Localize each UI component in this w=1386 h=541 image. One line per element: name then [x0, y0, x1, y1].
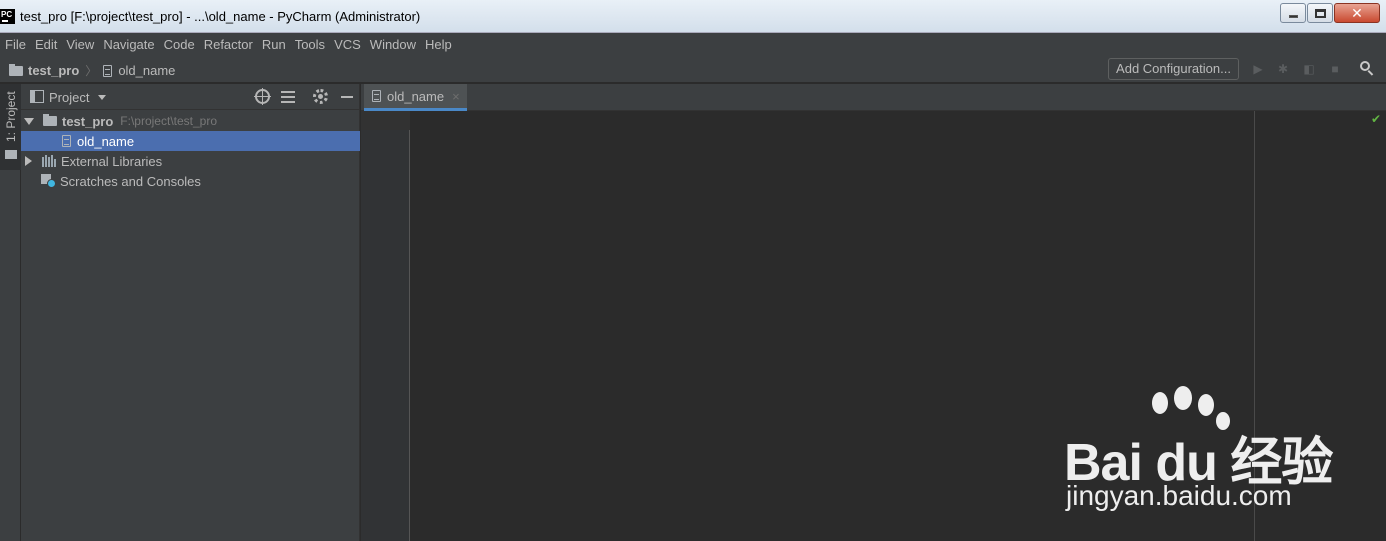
menu-vcs[interactable]: VCS — [334, 37, 361, 52]
scratches-icon — [41, 174, 56, 188]
watermark-url: jingyan.baidu.com — [1066, 480, 1292, 511]
external-libraries-label: External Libraries — [61, 153, 163, 169]
editor-tab-bar: old_name × — [361, 84, 1386, 111]
text-file-icon — [62, 135, 71, 147]
menu-view[interactable]: View — [66, 37, 94, 52]
breadcrumb-separator-icon: 〉 — [85, 64, 98, 78]
close-tab-icon[interactable]: × — [452, 89, 460, 104]
add-configuration-button[interactable]: Add Configuration... — [1108, 58, 1239, 80]
hide-panel-icon[interactable] — [341, 96, 353, 98]
project-view-selector[interactable]: Project — [49, 90, 89, 105]
menu-tools[interactable]: Tools — [295, 37, 325, 52]
current-line-highlight — [361, 111, 410, 130]
search-icon[interactable] — [1360, 61, 1375, 76]
editor-tab-label: old_name — [387, 88, 445, 104]
project-tool-tab-label: 1: Project — [4, 91, 18, 142]
breadcrumb: test_pro 〉 old_name — [9, 62, 175, 79]
project-panel: Project test_pro F:\project\test_pro old… — [21, 84, 360, 541]
folder-icon — [43, 114, 57, 126]
tree-item-external-libraries[interactable]: External Libraries — [21, 151, 360, 171]
maximize-button[interactable] — [1307, 3, 1333, 23]
menu-edit[interactable]: Edit — [35, 37, 57, 52]
baidu-watermark: Bai du 经验 jingyan.baidu.com — [1060, 386, 1370, 522]
folder-icon — [5, 150, 17, 159]
tree-item-old-name[interactable]: old_name — [21, 131, 360, 151]
tool-window-stripe: 1: Project — [0, 84, 21, 541]
project-panel-header: Project — [21, 84, 360, 110]
file-name: old_name — [77, 133, 135, 149]
window-title: test_pro [F:\project\test_pro] - ...\old… — [20, 9, 421, 24]
maximize-icon — [1315, 9, 1326, 18]
menu-file[interactable]: File — [5, 37, 26, 52]
breadcrumb-file[interactable]: old_name — [118, 63, 175, 78]
stop-icon[interactable]: ■ — [1328, 62, 1342, 76]
menu-window[interactable]: Window — [370, 37, 416, 52]
menu-bar: File Edit View Navigate Code Refactor Ru… — [0, 33, 1386, 56]
inspection-ok-icon[interactable]: ✔ — [1371, 112, 1381, 126]
project-root-name: test_pro — [62, 113, 114, 129]
minimize-button[interactable] — [1280, 3, 1306, 23]
tree-item-scratches[interactable]: Scratches and Consoles — [21, 171, 360, 191]
library-icon — [42, 155, 56, 167]
menu-code[interactable]: Code — [164, 37, 195, 52]
close-window-button[interactable]: ✕ — [1334, 3, 1380, 23]
coverage-icon[interactable]: ◧ — [1302, 62, 1316, 76]
menu-refactor[interactable]: Refactor — [204, 37, 253, 52]
navigation-bar: test_pro 〉 old_name Add Configuration...… — [0, 56, 1386, 83]
code-editor[interactable]: ✔ Bai du 经验 jingyan.baidu.com — [361, 111, 1386, 541]
close-icon: ✕ — [1351, 5, 1363, 21]
menu-run[interactable]: Run — [262, 37, 286, 52]
line-gutter[interactable] — [361, 111, 410, 541]
debug-icon[interactable]: ✱ — [1276, 62, 1290, 76]
text-file-icon — [103, 64, 113, 77]
chevron-down-icon[interactable] — [98, 95, 106, 100]
text-file-icon — [372, 90, 381, 102]
folder-icon — [9, 63, 23, 76]
tree-item-project-root[interactable]: test_pro F:\project\test_pro — [21, 111, 360, 131]
editor-tab-old-name[interactable]: old_name × — [364, 84, 467, 111]
project-view-icon — [30, 90, 44, 103]
menu-help[interactable]: Help — [425, 37, 452, 52]
window-title-bar: PC test_pro [F:\project\test_pro] - ...\… — [0, 0, 1386, 33]
locate-file-icon[interactable] — [254, 88, 271, 105]
scratches-label: Scratches and Consoles — [60, 173, 201, 189]
pycharm-app-icon: PC — [0, 9, 15, 24]
menu-navigate[interactable]: Navigate — [103, 37, 154, 52]
collapse-all-icon[interactable] — [281, 90, 295, 104]
gear-icon[interactable] — [313, 89, 328, 104]
expanded-arrow-icon[interactable] — [24, 118, 34, 125]
project-root-path: F:\project\test_pro — [120, 114, 218, 128]
project-tool-tab[interactable]: 1: Project — [0, 84, 21, 170]
breadcrumb-project[interactable]: test_pro — [28, 63, 79, 78]
run-icon[interactable]: ▶ — [1251, 62, 1265, 76]
minimize-icon — [1289, 15, 1298, 18]
collapsed-arrow-icon[interactable] — [25, 156, 32, 166]
